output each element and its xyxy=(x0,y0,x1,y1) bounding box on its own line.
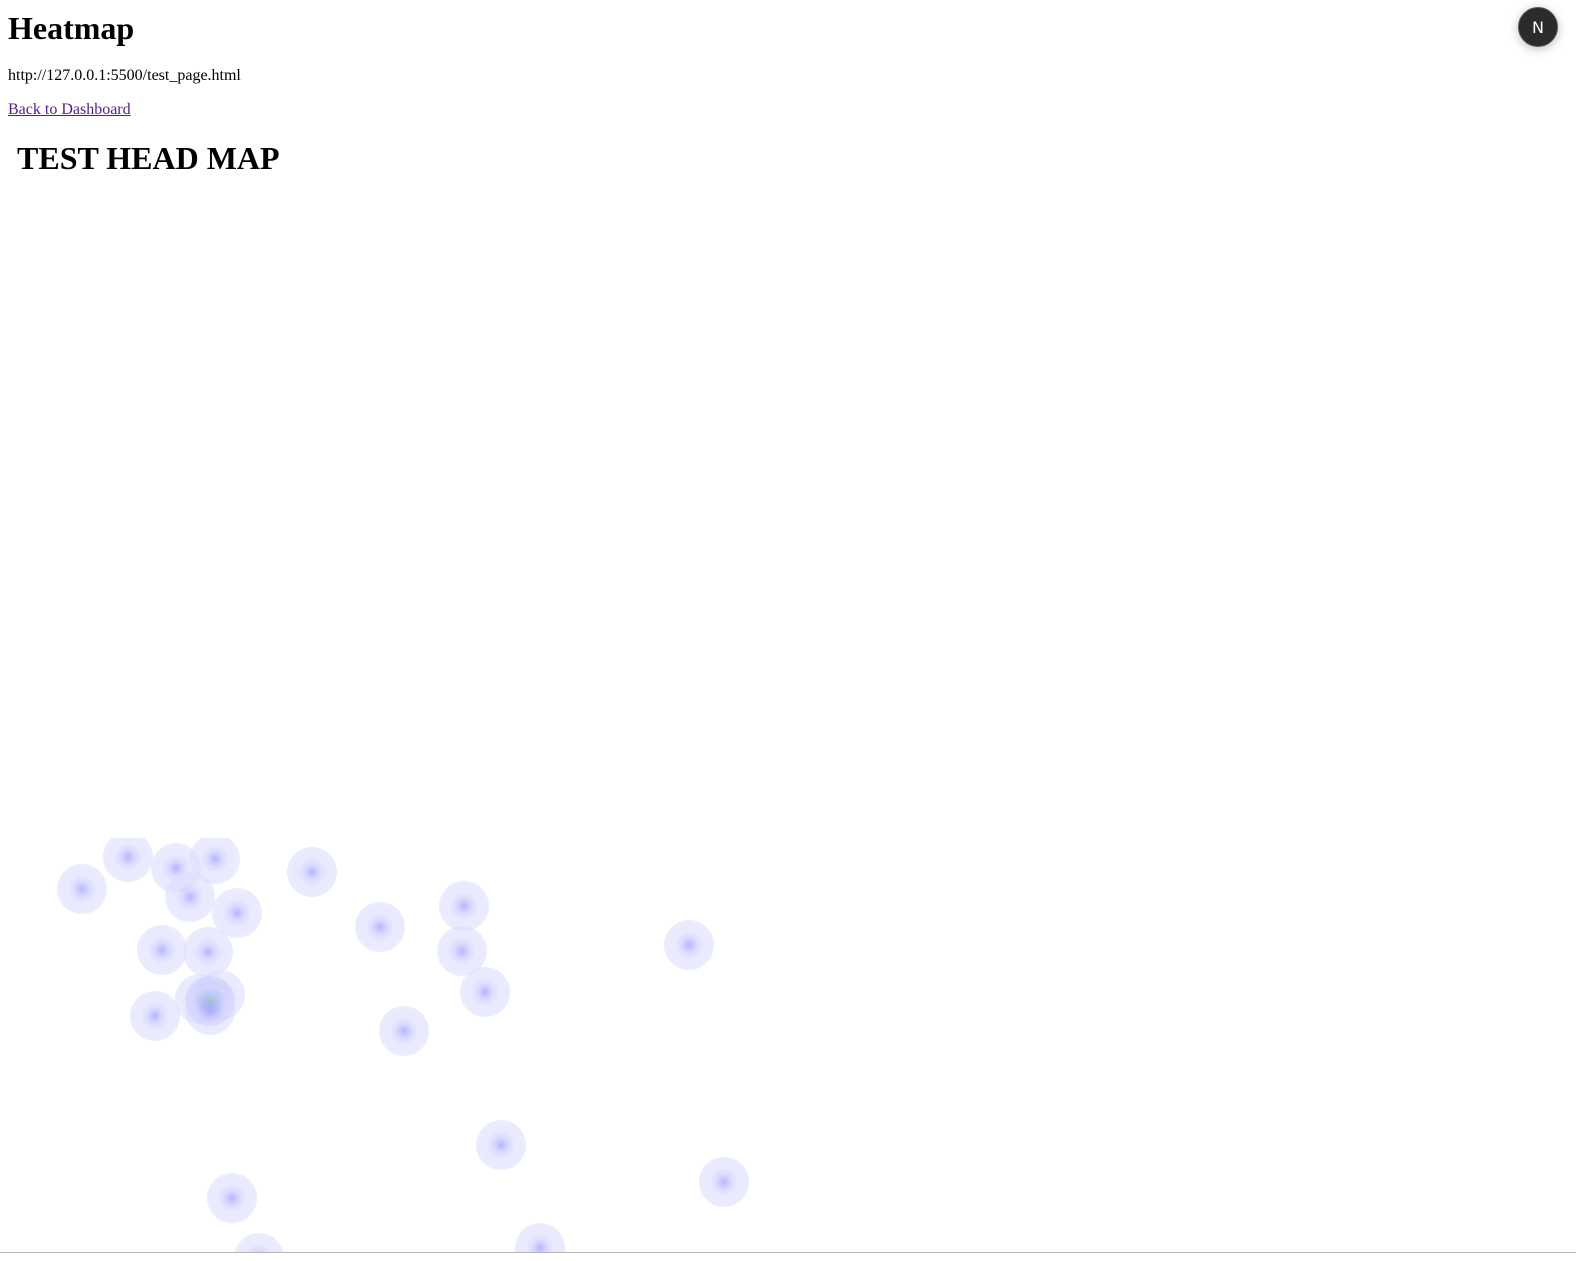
heat-point xyxy=(207,1173,257,1223)
heat-point xyxy=(183,927,233,977)
page-title: Heatmap xyxy=(8,10,135,46)
frame-heading: TEST HEAD MAP xyxy=(17,140,280,176)
back-to-dashboard-link[interactable]: Back to Dashboard xyxy=(8,100,131,120)
heat-point xyxy=(439,881,489,931)
heat-point xyxy=(234,1233,284,1252)
frame-bottom-border xyxy=(0,1252,1576,1253)
nextjs-icon[interactable]: N xyxy=(1518,7,1558,47)
heatmap-layer xyxy=(0,838,1576,1252)
heat-point xyxy=(379,1006,429,1056)
nextjs-badge-letter: N xyxy=(1532,17,1544,37)
heat-point xyxy=(287,847,337,897)
heat-point xyxy=(165,872,215,922)
heat-point xyxy=(130,991,180,1041)
page: Heatmap http://127.0.0.1:5500/test_page.… xyxy=(0,0,1576,1261)
heat-point xyxy=(137,925,187,975)
heat-point xyxy=(355,902,405,952)
heat-point xyxy=(460,967,510,1017)
page-url: http://127.0.0.1:5500/test_page.html xyxy=(8,67,241,84)
heat-point xyxy=(57,864,107,914)
heat-point xyxy=(476,1120,526,1170)
heat-point xyxy=(699,1157,749,1207)
heat-point xyxy=(185,985,235,1035)
heat-point xyxy=(664,920,714,970)
heat-point xyxy=(103,838,153,882)
heatmap-frame[interactable]: TEST HEAD MAP xyxy=(0,132,1576,1252)
heat-point xyxy=(515,1223,565,1252)
